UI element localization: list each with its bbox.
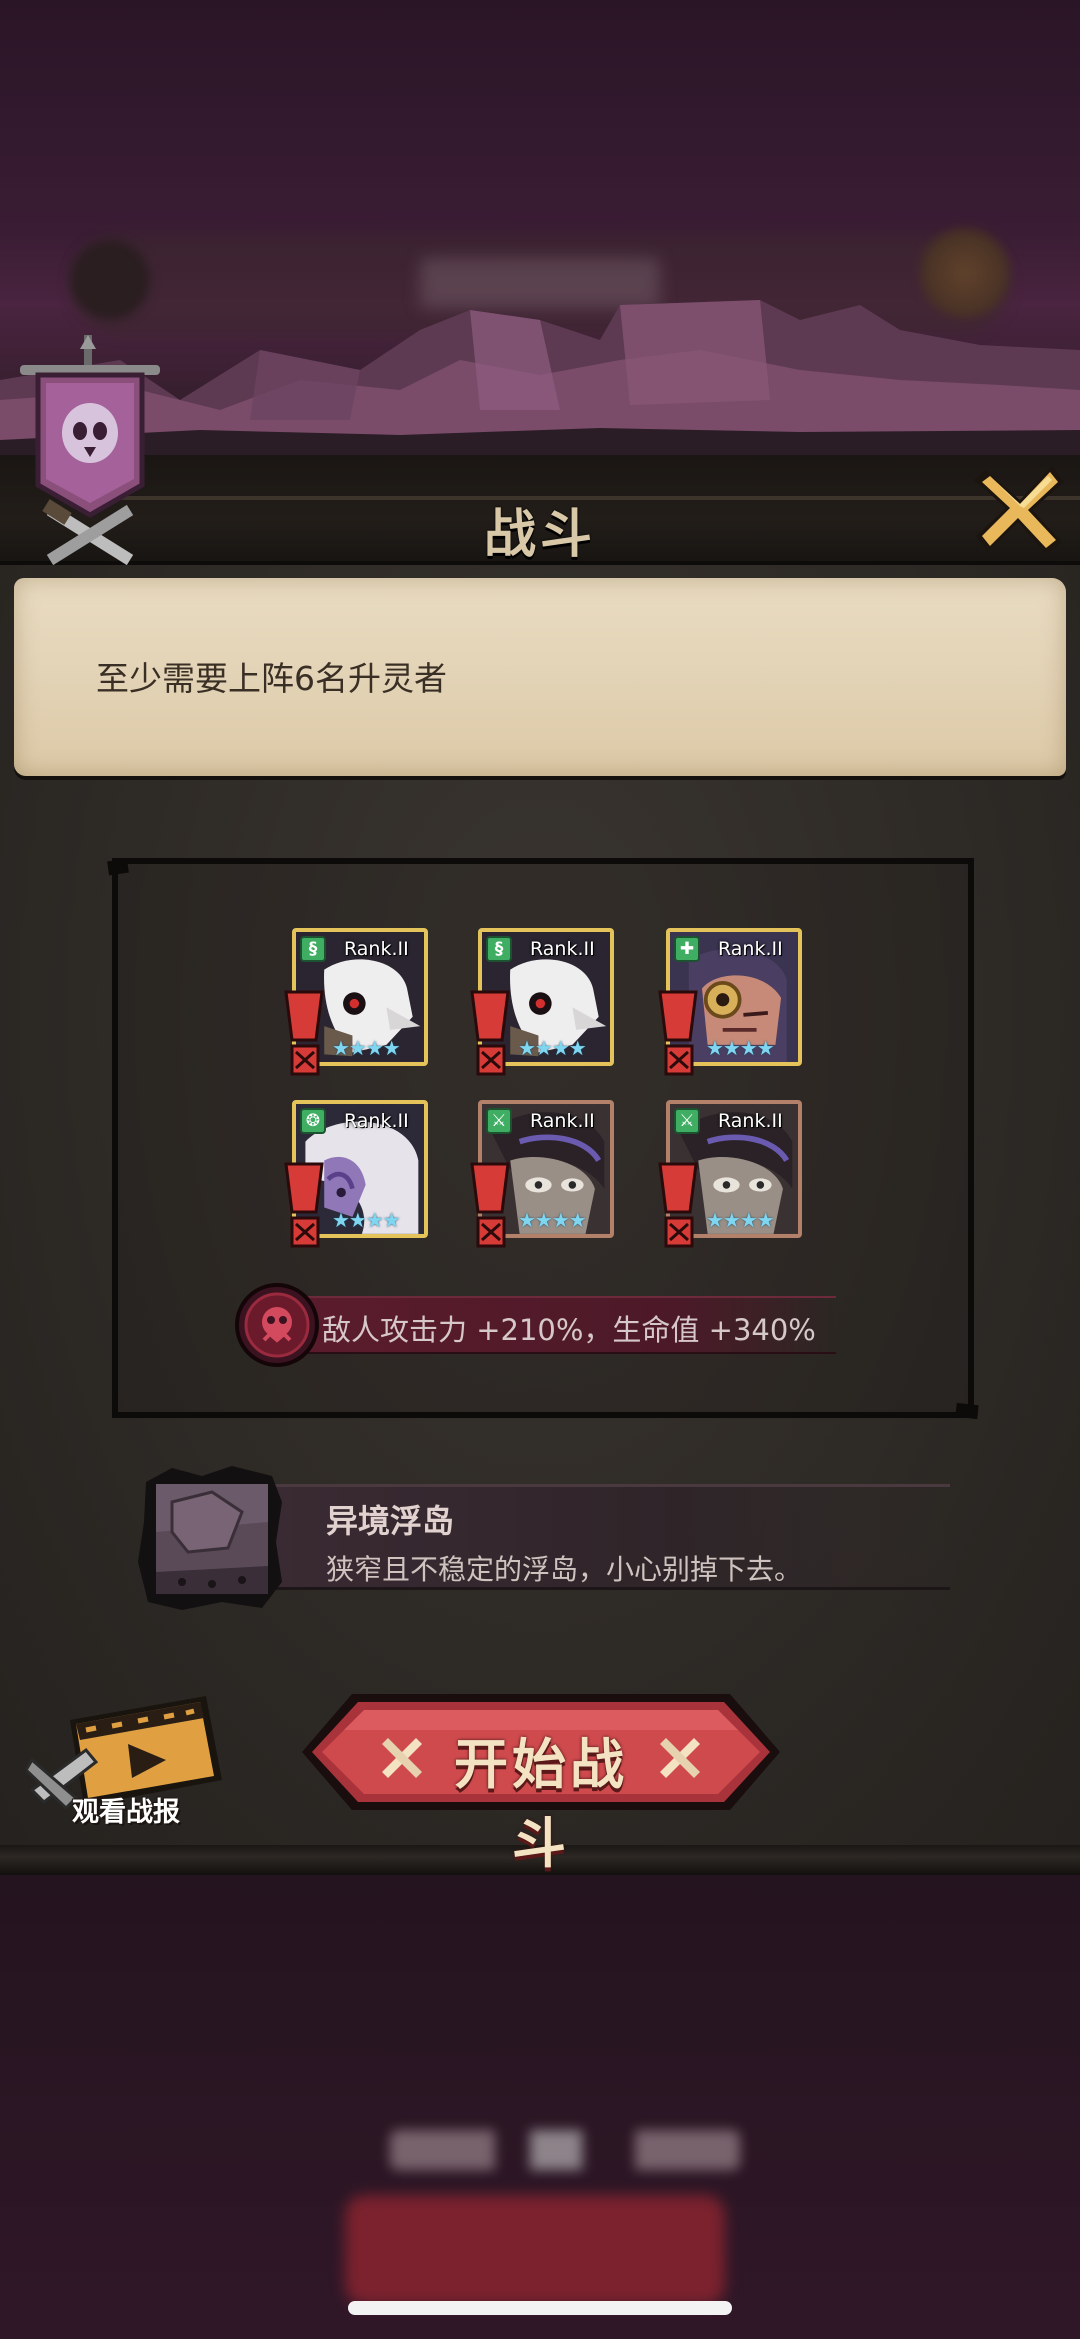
- hero-stars: ★★★★: [706, 1208, 775, 1232]
- background-blurred-next-button: [345, 2195, 725, 2305]
- floating-island-icon: [138, 1466, 282, 1610]
- warrior-class-icon: ⚔: [674, 1108, 700, 1134]
- hero-card[interactable]: § Rank.II ★★★★: [284, 928, 428, 1076]
- warning-exclamation-icon: [284, 990, 324, 1076]
- hero-card[interactable]: ✚ Rank.II ★★★★: [658, 928, 802, 1076]
- watch-replay-label: 观看战报: [72, 1797, 180, 1828]
- ranger-class-icon: §: [486, 936, 512, 962]
- stage-name: 异境浮岛: [326, 1502, 455, 1540]
- hero-card[interactable]: § Rank.II ★★★★: [470, 928, 614, 1076]
- close-button[interactable]: [972, 460, 1068, 556]
- hero-card[interactable]: ❂ Rank.II ★★★★: [284, 1100, 428, 1248]
- mage-class-icon: ❂: [300, 1108, 326, 1134]
- warning-exclamation-icon: [284, 1162, 324, 1248]
- enemy-buff-text: 敌人攻击力 +210%，生命值 +340%: [322, 1313, 816, 1347]
- hero-rank: Rank.II: [530, 938, 595, 960]
- hero-card[interactable]: ⚔ Rank.II ★★★★: [470, 1100, 614, 1248]
- skull-emblem-icon: [235, 1283, 319, 1367]
- home-indicator[interactable]: [348, 2301, 732, 2315]
- healer-class-icon: ✚: [674, 936, 700, 962]
- dialog-title: 战斗: [483, 505, 596, 565]
- stage-description: 狭窄且不稳定的浮岛，小心别掉下去。: [326, 1553, 803, 1586]
- warning-exclamation-icon: [658, 1162, 698, 1248]
- warning-exclamation-icon: [470, 1162, 510, 1248]
- start-battle-button[interactable]: 开始战斗: [298, 1690, 784, 1875]
- team-requirement-notice: 至少需要上阵6名升灵者: [96, 659, 447, 698]
- hero-stars: ★★★★: [332, 1036, 401, 1060]
- hero-rank: Rank.II: [344, 1110, 409, 1132]
- ranger-class-icon: §: [300, 936, 326, 962]
- hero-stars: ★★★★: [518, 1208, 587, 1232]
- warrior-class-icon: ⚔: [486, 1108, 512, 1134]
- start-battle-label: 开始战斗: [454, 1733, 628, 1875]
- warning-exclamation-icon: [470, 990, 510, 1076]
- hero-card[interactable]: ⚔ Rank.II ★★★★: [658, 1100, 802, 1248]
- hero-rank: Rank.II: [718, 938, 783, 960]
- background-blurred-stats: [390, 2130, 740, 2170]
- hero-stars: ★★★★: [706, 1036, 775, 1060]
- hero-stars: ★★★★: [332, 1208, 401, 1232]
- warning-exclamation-icon: [658, 990, 698, 1076]
- hero-rank: Rank.II: [344, 938, 409, 960]
- hero-rank: Rank.II: [530, 1110, 595, 1132]
- hero-stars: ★★★★: [518, 1036, 587, 1060]
- close-x-icon: [974, 466, 1064, 554]
- hero-rank: Rank.II: [718, 1110, 783, 1132]
- guild-banner-icon: [20, 335, 160, 565]
